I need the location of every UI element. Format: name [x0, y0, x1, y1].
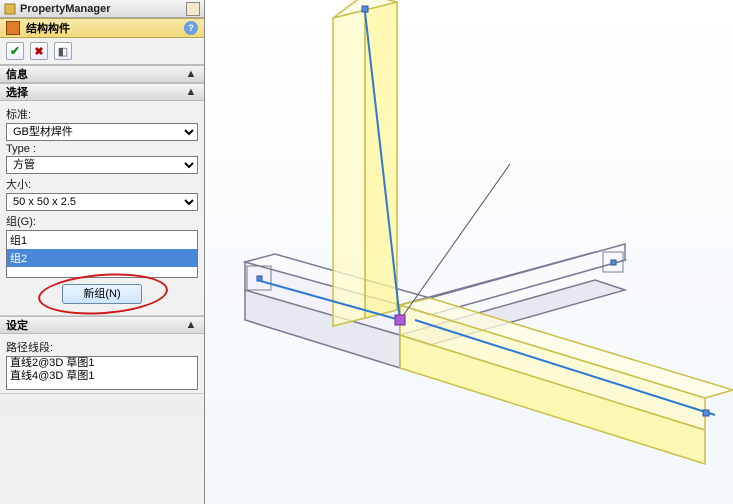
settings-section-header[interactable]: 设定 ▲: [0, 316, 204, 334]
check-icon: ✔: [10, 44, 20, 58]
origin-handle[interactable]: [395, 315, 405, 325]
graphics-viewport[interactable]: [205, 0, 733, 504]
confirm-row: ✔ ✖ ◧: [0, 38, 204, 65]
cross-icon: ✖: [34, 45, 43, 58]
pin-button[interactable]: ◧: [54, 42, 72, 60]
help-icon[interactable]: ?: [184, 21, 198, 35]
panel-title: PropertyManager: [20, 3, 182, 15]
chevron-up-icon: ▲: [184, 319, 198, 331]
type-combo[interactable]: 方管: [6, 156, 198, 174]
settings-section-body: 路径线段: 直线2@3D 草图1 直线4@3D 草图1: [0, 334, 204, 394]
chevron-up-icon: ▲: [184, 68, 198, 80]
info-section-title: 信息: [6, 66, 184, 82]
select-section-body: 标准: GB型材焊件 Type : 方管 大小: 50 x 50 x 2.5 组…: [0, 101, 204, 316]
tube-vertical: [333, 0, 400, 326]
tab-feature-icon: [4, 3, 16, 15]
cancel-button[interactable]: ✖: [30, 42, 48, 60]
path-segments-label: 路径线段:: [6, 339, 198, 355]
list-item[interactable]: 组1: [7, 231, 197, 249]
info-section-header[interactable]: 信息 ▲: [0, 65, 204, 83]
app-root: PropertyManager 结构构件 ? ✔ ✖ ◧ 信息 ▲ 选择 ▲ 标…: [0, 0, 733, 504]
list-item[interactable]: 直线4@3D 草图1: [7, 370, 197, 383]
feature-title: 结构构件: [26, 20, 178, 36]
tube-diagonal: [400, 298, 733, 464]
standard-label: 标准:: [6, 106, 198, 122]
group-label: 组(G):: [6, 213, 198, 229]
panel-pin-icon[interactable]: [186, 2, 200, 16]
property-manager-panel: PropertyManager 结构构件 ? ✔ ✖ ◧ 信息 ▲ 选择 ▲ 标…: [0, 0, 205, 504]
size-combo[interactable]: 50 x 50 x 2.5: [6, 193, 198, 211]
list-item[interactable]: 组2: [7, 249, 197, 267]
pushpin-icon: ◧: [58, 45, 68, 58]
ok-button[interactable]: ✔: [6, 42, 24, 60]
group-listbox[interactable]: 组1 组2: [6, 230, 198, 278]
path-listbox[interactable]: 直线2@3D 草图1 直线4@3D 草图1: [6, 356, 198, 390]
panel-titlebar: PropertyManager: [0, 0, 204, 18]
chevron-up-icon: ▲: [184, 86, 198, 98]
new-group-row: 新组(N): [6, 278, 198, 312]
standard-combo[interactable]: GB型材焊件: [6, 123, 198, 141]
select-section-title: 选择: [6, 84, 184, 100]
structural-member-icon: [6, 21, 20, 35]
settings-section-title: 设定: [6, 317, 184, 333]
select-section-header[interactable]: 选择 ▲: [0, 83, 204, 101]
list-item[interactable]: 直线2@3D 草图1: [7, 357, 197, 370]
endpoint-handle[interactable]: [703, 410, 709, 416]
size-label: 大小:: [6, 176, 198, 192]
feature-header: 结构构件 ?: [0, 18, 204, 38]
new-group-button[interactable]: 新组(N): [62, 284, 142, 304]
endpoint-handle[interactable]: [362, 6, 368, 12]
type-label: Type :: [6, 143, 198, 155]
endpoint-handle[interactable]: [611, 260, 616, 265]
